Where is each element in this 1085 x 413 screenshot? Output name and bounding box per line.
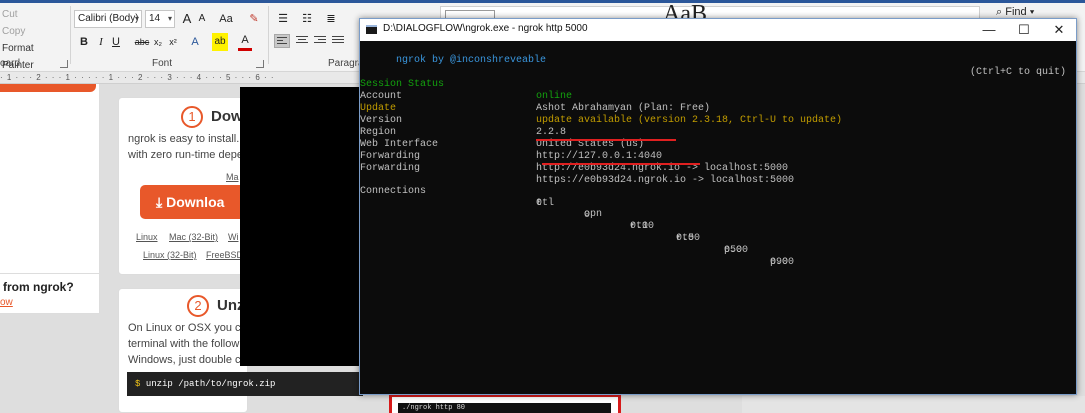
download-icon: ⤓ [156,194,167,210]
clipboard-group-label: oard [0,58,21,69]
document-right-area [742,396,1085,413]
web-interface-row: Web Interface http://127.0.0.1:4040 [360,127,1076,162]
copy-button[interactable]: Copy [0,23,68,40]
region-row: Region United States (us) [360,115,1076,150]
sidebar-card [0,84,100,274]
maximize-button[interactable]: ☐ [1007,19,1041,41]
chevron-down-icon: ▾ [1029,6,1035,18]
minimize-button[interactable]: — [972,19,1006,41]
strikethrough-button[interactable]: abc [134,33,150,51]
banner-left: ngrok by [396,54,451,66]
conn-value-p50: 0.00 [724,244,749,256]
font-group-label: Font [152,58,173,69]
shrink-font-button[interactable]: A [196,10,208,28]
font-size-value: 14 [149,13,161,24]
ngrok-console-window[interactable]: D:\DIALOGFLOW\ngrok.exe - ngrok http 500… [359,18,1077,395]
account-row: Account Ashot Abrahamyan (Plan: Free) [360,79,1076,114]
sidebar-link[interactable]: ow [0,297,13,308]
format-painter-button[interactable]: Format Painter [0,40,68,71]
close-button[interactable]: ✕ [1042,19,1076,41]
sidebar-orange-button[interactable] [0,84,96,92]
align-center-icon[interactable] [294,34,310,48]
clipboard-launcher-icon[interactable] [60,60,68,68]
link-linux[interactable]: Linux [136,232,158,242]
justify-icon[interactable] [330,34,346,48]
group-divider [70,6,71,64]
session-status-row: Session Status online [360,67,1076,102]
clipboard-group: Cut Copy Format Painter [0,6,68,71]
terminal-output[interactable]: ngrok by @inconshreveable (Ctrl+C to qui… [360,41,1076,394]
conn-value-ttl: 0 [536,197,543,209]
code-text: unzip /path/to/ngrok.zip [145,379,276,389]
connections-header-row: Connections ttl opn rt1 rt5 p50 p90 [360,174,1076,268]
font-color-button[interactable]: A [238,33,252,51]
bullets-icon[interactable]: ☰ [274,10,292,28]
link-mac-32[interactable]: Mac (32-Bit) [169,232,218,242]
step1-mac-link[interactable]: Ma [226,172,239,182]
step1-number: 1 [181,106,203,128]
console-title: D:\DIALOGFLOW\ngrok.exe - ngrok http 500… [383,23,588,34]
black-overlay-window [240,87,362,366]
chevron-down-icon: ▾ [167,14,172,23]
update-row: Update update available (version 2.3.18,… [360,91,1076,126]
connections-values-row: 0 0 0.00 0.00 0.00 0.00 [360,186,1076,268]
font-family-combo[interactable]: Calibri (Body) ▾ [74,10,142,28]
ruler-marks: · 1 · · · 2 · · · 1 · · · · · 1 · · · 2 … [0,73,275,82]
forwarding-http-row: Forwarding http://e0b93d24.ngrok.io -> l… [360,139,1076,174]
step1-text-line2: with zero run-time depe [128,149,243,161]
conn-value-opn: 0 [584,209,591,221]
banner-handle: @inconshreveable [450,54,547,66]
clear-formatting-icon[interactable]: ✎ [246,10,262,28]
subscript-button[interactable]: x₂ [152,33,164,51]
step2-text-line1: On Linux or OSX you can [128,322,253,334]
change-case-button[interactable]: Aa [214,10,238,28]
group-divider [268,6,269,64]
step2-text-line2: terminal with the follow [128,338,240,350]
conn-value-p90: 0.00 [770,256,795,268]
forwarding2-label: Forwarding [360,162,421,174]
version-row: Version 2.2.8 [360,103,1076,138]
link-linux-32[interactable]: Linux (32-Bit) [143,250,197,260]
forwarding-https-row: Forwarding https://e0b93d24.ngrok.io -> … [360,151,1076,186]
red-underline-forwarding [542,163,700,165]
console-app-icon [366,25,377,34]
link-freebsd[interactable]: FreeBSD [206,250,243,260]
multilevel-list-icon[interactable]: ≣ [322,10,340,28]
text-effects-button[interactable]: A [188,33,202,51]
sidebar-question: from ngrok? [3,280,74,294]
grow-font-button[interactable]: A [180,10,194,28]
step1-title: Dow [211,108,243,125]
download-button[interactable]: ⤓ Downloa [140,185,245,219]
bold-button[interactable]: B [78,33,90,51]
font-size-combo[interactable]: 14 ▾ [145,10,175,28]
underline-button[interactable]: U [110,33,122,51]
console-titlebar[interactable]: D:\DIALOGFLOW\ngrok.exe - ngrok http 500… [360,19,1076,41]
highlight-red-box: ./ngrok http 80 [389,394,621,413]
unzip-code-block: $ unzip /path/to/ngrok.zip [127,372,363,396]
bottom-code-block: ./ngrok http 80 [398,403,611,413]
chevron-down-icon: ▾ [134,14,139,23]
numbering-icon[interactable]: ☷ [298,10,316,28]
font-family-value: Calibri (Body) [78,13,139,24]
cut-button[interactable]: Cut [0,6,68,23]
ribbon-accent-bar [0,0,1085,3]
align-right-icon[interactable] [312,34,328,48]
code-prompt: $ [135,379,141,389]
step2-number: 2 [187,295,209,317]
superscript-button[interactable]: x² [166,33,180,51]
search-icon: ⌕ [996,6,1003,18]
conn-value-rt1: 0.00 [630,221,655,233]
conn-value-rt5: 0.00 [676,233,701,245]
step2-text-line3: Windows, just double cli [128,354,246,366]
download-label: Downloa [166,194,225,210]
highlight-button[interactable]: ab [212,33,228,51]
step1-text-line1: ngrok is easy to install. D [128,133,251,145]
font-launcher-icon[interactable] [256,60,264,68]
link-windows[interactable]: Wi [228,232,239,242]
italic-button[interactable]: I [96,33,106,51]
align-left-icon[interactable] [274,34,290,48]
find-label: Find [1005,6,1027,18]
banner-line: ngrok by @inconshreveable (Ctrl+C to qui… [360,43,1076,78]
